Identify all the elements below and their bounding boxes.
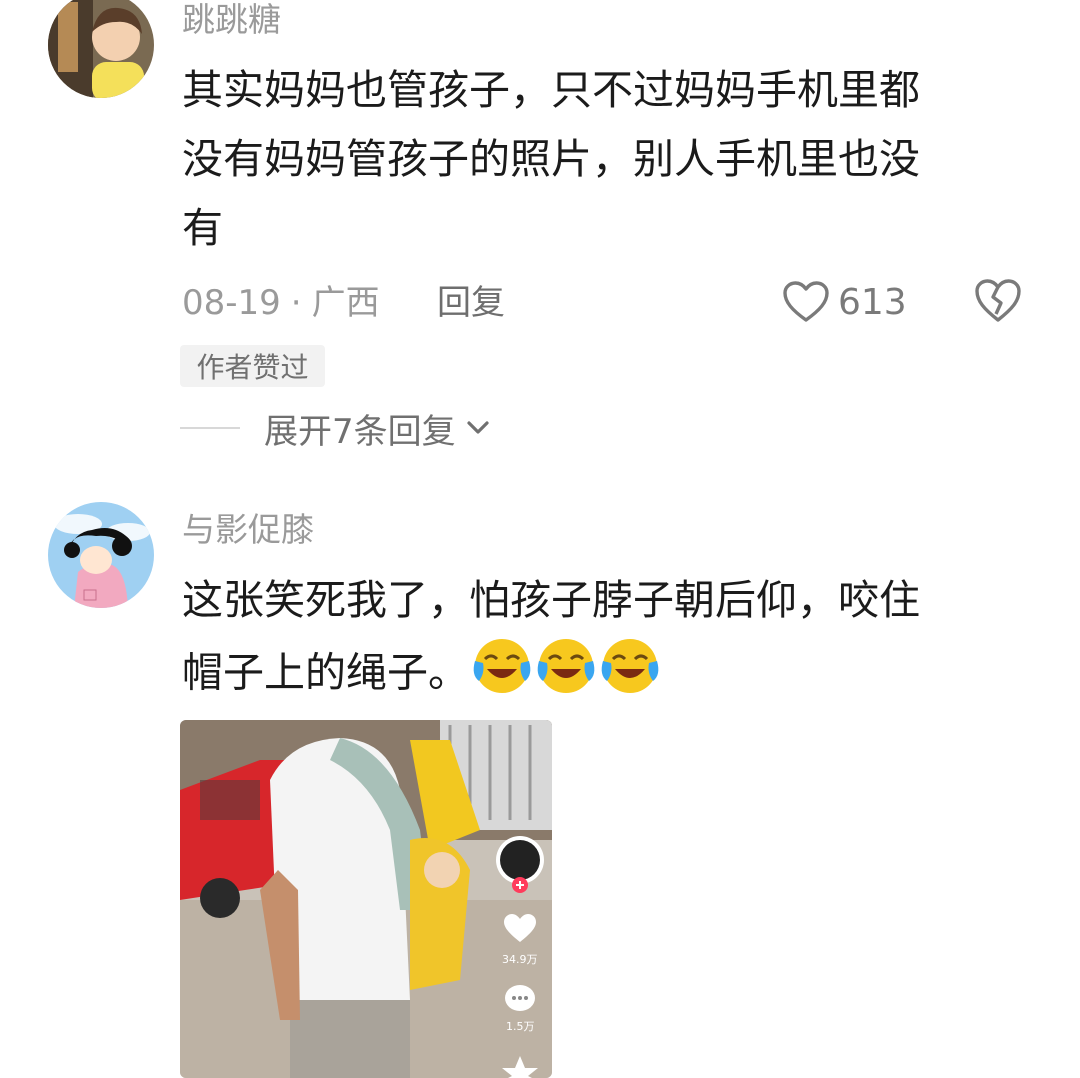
comment-location: 广西: [311, 283, 380, 323]
comment-line: 有: [182, 204, 223, 252]
meta-separator: ·: [290, 283, 302, 323]
video-comment-count: 1.5万: [506, 1020, 535, 1033]
like-count: 613: [838, 281, 907, 323]
avatar[interactable]: [48, 0, 154, 98]
broken-heart-icon: [975, 279, 1021, 322]
avatar[interactable]: [48, 502, 154, 608]
expand-replies-button[interactable]: 展开7条回复: [180, 404, 494, 452]
comment-date: 08-19: [182, 283, 281, 323]
comment-text: 这张笑死我了，怕孩子脖子朝后仰，咬住 帽子上的绳子。: [182, 566, 1022, 716]
avatar-cartoon-girl: [48, 502, 154, 608]
crying-laughing-emoji: [471, 635, 533, 716]
comment-meta: 08-19 · 广西: [182, 280, 380, 326]
heart-outline-icon: [783, 281, 829, 322]
like-button[interactable]: 613: [782, 276, 907, 328]
video-screenshot-image: [180, 720, 552, 1078]
comment-text: 其实妈妈也管孩子，只不过妈妈手机里都 没有妈妈管孩子的照片，别人手机里也没 有: [182, 56, 1022, 263]
username[interactable]: 跳跳糖: [182, 0, 281, 40]
reply-button[interactable]: 回复: [437, 280, 505, 326]
expand-replies-label: 展开7条回复: [264, 411, 456, 452]
comment-line: 这张笑死我了，怕孩子脖子朝后仰，咬住: [182, 576, 920, 624]
crying-laughing-emoji: [599, 635, 661, 716]
divider-line: [180, 427, 240, 429]
author-liked-badge: 作者赞过: [180, 345, 325, 387]
comment-line: 帽子上的绳子。: [182, 648, 469, 697]
username[interactable]: 与影促膝: [182, 510, 314, 550]
crying-laughing-emoji: [535, 635, 597, 716]
video-like-count: 34.9万: [502, 953, 538, 966]
comment-line: 其实妈妈也管孩子，只不过妈妈手机里都: [182, 66, 920, 114]
avatar-photo-child: [48, 0, 154, 98]
comment-line: 没有妈妈管孩子的照片，别人手机里也没: [182, 135, 920, 183]
chevron-down-icon: [467, 421, 489, 434]
dislike-button[interactable]: [974, 276, 1022, 328]
comment-image[interactable]: 34.9万 1.5万: [180, 720, 552, 1078]
